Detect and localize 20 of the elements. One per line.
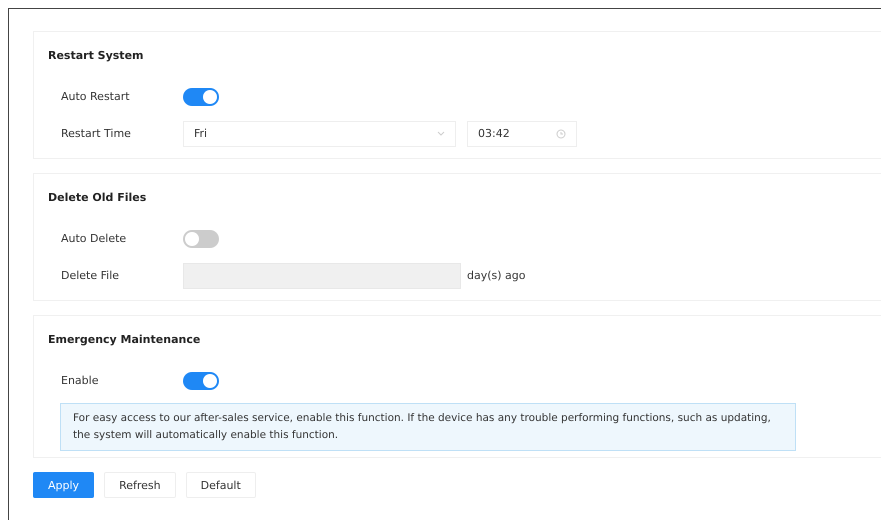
action-button[interactable]: Refresh xyxy=(104,472,176,498)
field-label: Auto Delete xyxy=(61,232,128,245)
action-button[interactable]: Apply xyxy=(33,472,94,498)
unit-label: day(s) ago xyxy=(467,269,526,282)
day-dropdown[interactable]: Fri xyxy=(183,120,456,146)
field-label: Delete File xyxy=(61,269,120,282)
toggle-switch[interactable] xyxy=(183,88,219,106)
toggle-switch[interactable] xyxy=(183,372,219,390)
chevron-down-icon xyxy=(437,131,445,136)
toggle-switch[interactable] xyxy=(183,230,219,248)
field-label: Auto Restart xyxy=(61,90,131,103)
clock-icon xyxy=(556,128,566,138)
field-label: Restart Time xyxy=(61,127,132,140)
section-title: Delete Old Files xyxy=(48,191,146,204)
info-notice: For easy access to our after-sales service, enable this function. If the device has any trouble performing functions, such as updating, the system will automatically enable this function. xyxy=(60,403,796,451)
section-title: Restart System xyxy=(48,49,144,62)
section-title: Emergency Maintenance xyxy=(48,333,200,346)
field-label: Enable xyxy=(61,374,100,387)
action-button[interactable]: Default xyxy=(186,472,256,498)
time-picker[interactable]: 03:42 xyxy=(467,120,577,146)
